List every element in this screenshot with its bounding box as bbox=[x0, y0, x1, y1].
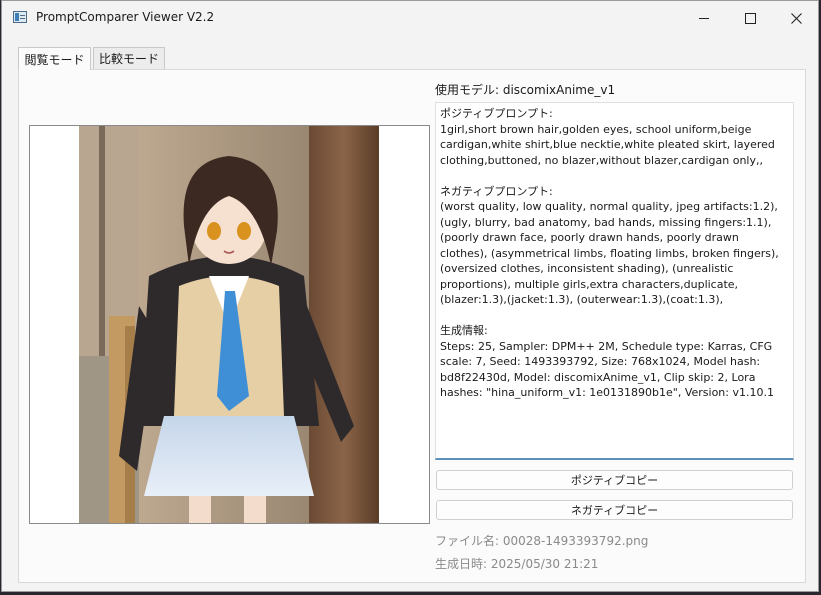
maximize-button[interactable] bbox=[727, 1, 773, 35]
browse-panel: 使用モデル: discomixAnime_v1 ポジティブプロンプト: 1gir… bbox=[18, 69, 806, 583]
generation-date-label: 生成日時: 2025/05/30 21:21 bbox=[435, 557, 599, 571]
tab-browse-mode[interactable]: 閲覧モード bbox=[18, 47, 91, 70]
model-label: 使用モデル: discomixAnime_v1 bbox=[435, 83, 616, 97]
copy-positive-button[interactable]: ポジティブコピー bbox=[436, 470, 793, 490]
app-window: PromptComparer Viewer V2.2 閲覧モード 比較モード 使… bbox=[1, 0, 819, 592]
title-bar[interactable]: PromptComparer Viewer V2.2 bbox=[2, 1, 818, 35]
minimize-button[interactable] bbox=[681, 1, 727, 35]
close-icon bbox=[790, 12, 802, 24]
image-preview bbox=[29, 125, 430, 524]
prompt-text-area[interactable]: ポジティブプロンプト: 1girl,short brown hair,golde… bbox=[435, 102, 794, 460]
window-title: PromptComparer Viewer V2.2 bbox=[36, 10, 215, 24]
file-name-label: ファイル名: 00028-1493393792.png bbox=[435, 534, 649, 548]
maximize-icon bbox=[744, 12, 756, 24]
app-icon bbox=[13, 11, 27, 23]
tab-compare-mode[interactable]: 比較モード bbox=[93, 47, 165, 69]
close-button[interactable] bbox=[773, 1, 818, 35]
generated-image bbox=[79, 126, 379, 523]
copy-negative-button[interactable]: ネガティブコピー bbox=[436, 500, 793, 520]
minimize-icon bbox=[699, 17, 709, 19]
